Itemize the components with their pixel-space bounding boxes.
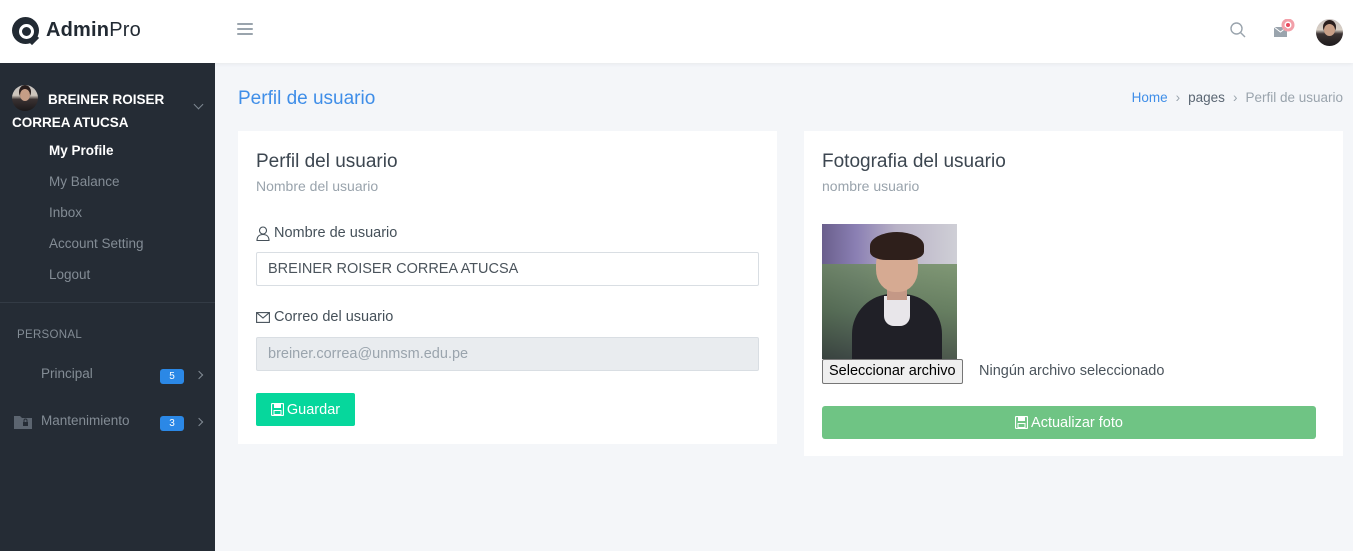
profile-card: Perfil del usuario Nombre del usuario No…	[238, 131, 777, 444]
username-label: Nombre de usuario	[256, 225, 397, 241]
submenu-my-balance[interactable]: My Balance	[49, 168, 144, 199]
sidebar-user-name[interactable]: BREINER ROISER CORREA ATUCSA	[12, 88, 192, 134]
save-button[interactable]: Guardar	[256, 393, 355, 426]
sidebar-section-label: PERSONAL	[17, 329, 83, 341]
notification-mail-icon[interactable]	[1272, 19, 1298, 41]
submenu-my-profile[interactable]: My Profile	[49, 137, 144, 168]
chevron-right-icon	[194, 370, 204, 380]
user-icon	[256, 225, 270, 241]
sidebar-item-label: Mantenimiento	[41, 413, 130, 428]
floppy-disk-icon	[1015, 416, 1029, 429]
card-title: Fotografia del usuario	[822, 151, 1006, 172]
search-icon[interactable]	[1229, 21, 1247, 39]
chevron-down-icon[interactable]	[193, 99, 204, 110]
chevron-right-icon: ›	[1232, 90, 1238, 105]
email-input[interactable]: breiner.correa@unmsm.edu.pe	[256, 337, 759, 371]
sidebar-divider	[0, 302, 215, 303]
update-photo-button[interactable]: Actualizar foto	[822, 406, 1316, 439]
card-subtitle: nombre usuario	[822, 178, 920, 194]
app-logo[interactable]: AdminPro	[12, 17, 141, 44]
user-avatar[interactable]	[1316, 19, 1343, 46]
submenu-account-setting[interactable]: Account Setting	[49, 230, 144, 261]
floppy-disk-icon	[270, 403, 284, 416]
submenu-inbox[interactable]: Inbox	[49, 199, 144, 230]
count-badge: 3	[160, 416, 184, 431]
top-header: AdminPro	[0, 0, 1353, 63]
breadcrumb-current: Perfil de usuario	[1245, 90, 1343, 105]
count-badge: 5	[160, 369, 184, 384]
folder-lock-icon	[14, 416, 32, 429]
profile-submenu: My Profile My Balance Inbox Account Sett…	[49, 137, 144, 292]
menu-toggle-icon[interactable]	[237, 23, 253, 37]
username-input[interactable]: BREINER ROISER CORREA ATUCSA	[256, 252, 759, 286]
page-title: Perfil de usuario	[238, 88, 376, 109]
file-select-button[interactable]: Seleccionar archivo	[822, 359, 963, 384]
chevron-right-icon: ›	[1175, 90, 1181, 105]
sidebar: BREINER ROISER CORREA ATUCSA My Profile …	[0, 63, 215, 551]
sidebar-item-mantenimiento[interactable]: Mantenimiento 3	[0, 409, 215, 433]
chevron-right-icon	[194, 417, 204, 427]
breadcrumb: Home › pages › Perfil de usuario	[1132, 90, 1343, 105]
logo-text: AdminPro	[46, 19, 141, 41]
card-subtitle: Nombre del usuario	[256, 178, 379, 194]
submenu-logout[interactable]: Logout	[49, 261, 144, 292]
photo-card: Fotografia del usuario nombre usuario Se…	[804, 131, 1343, 456]
user-photo	[822, 224, 957, 359]
breadcrumb-home[interactable]: Home	[1132, 90, 1168, 105]
file-status: Ningún archivo seleccionado	[979, 363, 1165, 379]
sidebar-item-principal[interactable]: Principal 5	[0, 362, 215, 386]
breadcrumb-pages[interactable]: pages	[1188, 90, 1225, 105]
email-label: Correo del usuario	[256, 309, 393, 325]
envelope-icon	[256, 311, 270, 323]
card-title: Perfil del usuario	[256, 151, 398, 172]
logo-icon	[12, 17, 39, 44]
sidebar-item-label: Principal	[41, 366, 93, 381]
